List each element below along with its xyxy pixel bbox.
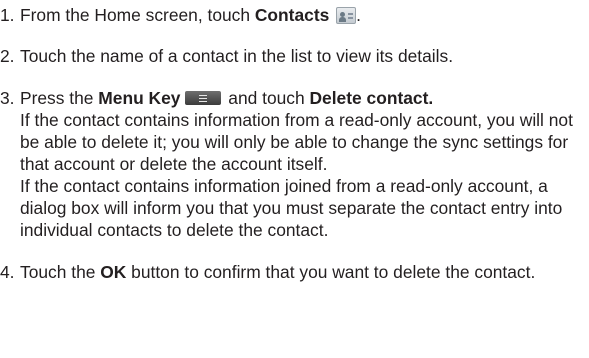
step-text: Touch the name of a contact in the list …: [20, 45, 589, 67]
step-text-segment: and touch: [223, 88, 310, 108]
step-text-segment: button to confirm that you want to delet…: [126, 262, 536, 282]
step-text-segment: [329, 5, 334, 25]
menu-key-label: Menu Key: [98, 88, 181, 108]
step-number: 3.: [0, 88, 15, 108]
read-only-note: If the contact contains information from…: [20, 110, 573, 174]
step-text-segment: Touch the name of a contact in the list …: [20, 46, 454, 66]
step-1: 1. From the Home screen, touch Contacts …: [0, 4, 589, 26]
delete-contact-label: Delete contact.: [309, 88, 434, 108]
step-number: 1.: [0, 5, 15, 25]
contacts-label: Contacts: [254, 5, 330, 25]
step-3: 3. Press the Menu Key and touch Delete c…: [0, 87, 589, 241]
step-text: Press the Menu Key and touch Delete cont…: [20, 87, 589, 241]
menu-key-icon: [185, 91, 222, 105]
step-text-segment: Press the: [20, 88, 99, 108]
contacts-icon: [336, 7, 357, 24]
step-text: Touch the OK button to confirm that you …: [20, 261, 589, 283]
step-4: 4. Touch the OK button to confirm that y…: [0, 261, 589, 283]
instruction-list: 1. From the Home screen, touch Contacts …: [0, 0, 589, 283]
step-main-line: Press the Menu Key and touch Delete cont…: [20, 87, 589, 109]
step-number: 4.: [0, 262, 15, 282]
ok-label: OK: [100, 262, 127, 282]
step-text-segment: Touch the: [20, 262, 101, 282]
step-number: 2.: [0, 46, 15, 66]
step-text-segment: From the Home screen, touch: [20, 5, 255, 25]
step-2: 2. Touch the name of a contact in the li…: [0, 45, 589, 67]
step-text: From the Home screen, touch Contacts .: [20, 5, 361, 25]
joined-contact-note: If the contact contains information join…: [20, 176, 563, 240]
